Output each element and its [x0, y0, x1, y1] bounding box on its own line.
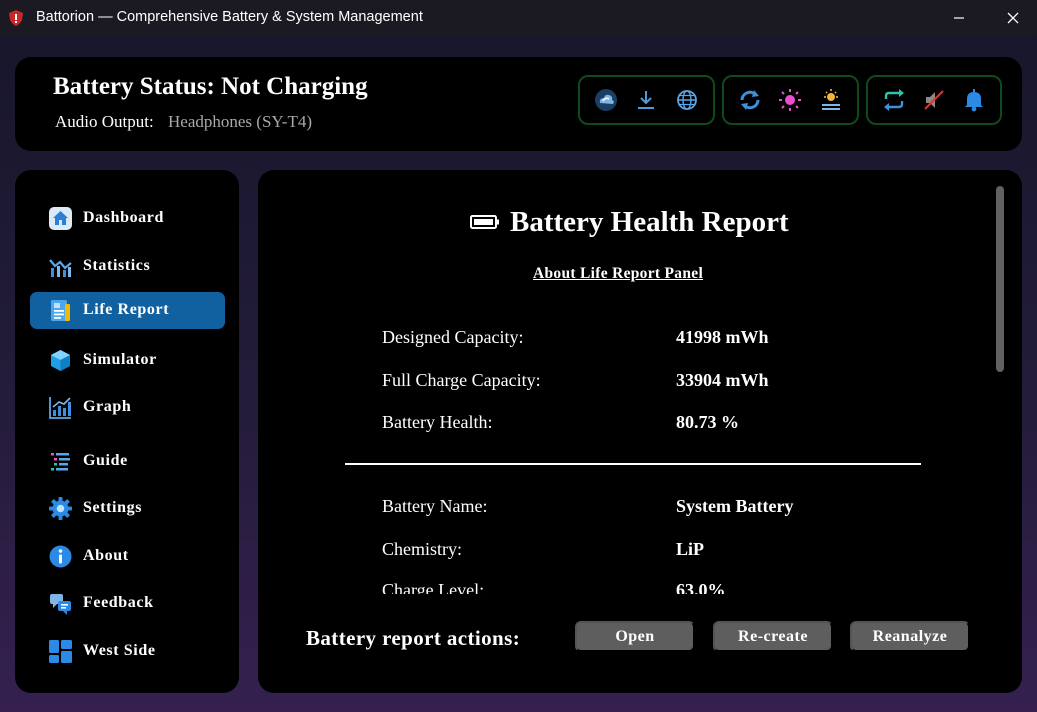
cloud-sync-button[interactable] — [590, 84, 622, 116]
refresh-icon — [740, 90, 760, 110]
sidebar-item-life-report[interactable]: Life Report — [30, 292, 225, 329]
graph-icon — [49, 397, 71, 419]
minimize-button[interactable] — [936, 0, 982, 36]
bell-icon — [965, 89, 983, 112]
battery-health-value: 80.73 % — [676, 412, 739, 432]
reanalyze-button[interactable]: Reanalyze — [850, 621, 970, 652]
sidebar-item-simulator[interactable]: Simulator — [30, 342, 225, 379]
status-panel: Battery Status: Not Charging Audio Outpu… — [15, 57, 1022, 151]
brightness-icon — [779, 89, 802, 111]
repeat-icon — [884, 89, 904, 111]
battery-name-value: System Battery — [676, 496, 794, 516]
home-icon — [49, 207, 72, 230]
globe-button[interactable] — [671, 84, 703, 116]
designed-capacity-label: Designed Capacity: — [382, 327, 524, 347]
report-icon — [51, 300, 70, 321]
globe-icon — [676, 90, 697, 110]
sidebar-item-feedback[interactable]: Feedback — [30, 585, 225, 622]
toolbar-group-1 — [578, 75, 715, 125]
open-button[interactable]: Open — [575, 621, 695, 652]
sidebar-item-label: Graph — [83, 398, 132, 415]
report-scroll-area[interactable]: Battery Health Report About Life Report … — [258, 170, 993, 594]
refresh-button[interactable] — [734, 84, 766, 116]
brightness-button[interactable] — [774, 84, 806, 116]
sidebar-item-label: About — [83, 547, 129, 564]
sidebar-item-guide[interactable]: Guide — [30, 443, 225, 480]
battery-icon — [470, 215, 499, 229]
sidebar-item-label: Simulator — [83, 351, 157, 368]
info-icon — [49, 545, 72, 568]
sidebar-item-statistics[interactable]: Statistics — [30, 248, 225, 285]
recreate-button[interactable]: Re-create — [713, 621, 833, 652]
full-charge-capacity-value: 33904 mWh — [676, 370, 769, 390]
chemistry-label: Chemistry: — [382, 539, 462, 559]
display-settings-button[interactable] — [815, 84, 847, 116]
cloud-sync-icon — [595, 89, 618, 111]
about-life-report-link[interactable]: About Life Report Panel — [533, 265, 703, 283]
shield-alert-icon — [9, 10, 23, 26]
notifications-button[interactable] — [958, 84, 990, 116]
cube-icon — [51, 350, 70, 371]
divider — [345, 463, 921, 465]
report-actions-label: Battery report actions: — [306, 626, 521, 650]
sidebar-item-label: Life Report — [83, 301, 170, 318]
repeat-button[interactable] — [878, 84, 910, 116]
window-title: Battorion — Comprehensive Battery & Syst… — [36, 9, 423, 25]
sidebar-item-label: Feedback — [83, 594, 154, 611]
battery-status-title: Battery Status: Not Charging — [53, 73, 368, 100]
mute-icon — [924, 90, 944, 110]
download-button[interactable] — [630, 84, 662, 116]
chemistry-value: LiP — [676, 539, 705, 559]
audio-output-label: Audio Output: — [55, 112, 154, 131]
charge-level-label: Charge Level: — [382, 580, 485, 594]
download-icon — [638, 91, 655, 109]
tiles-icon — [49, 640, 72, 663]
sidebar-item-about[interactable]: About — [30, 538, 225, 575]
report-title: Battery Health Report — [510, 206, 789, 238]
guide-icon — [51, 453, 70, 471]
sidebar-item-label: Settings — [83, 499, 143, 516]
sidebar-item-settings[interactable]: Settings — [30, 490, 225, 527]
sidebar: Dashboard Statistics Life Report Simulat… — [15, 170, 239, 693]
display-settings-icon — [821, 89, 840, 110]
scrollbar-thumb[interactable] — [996, 186, 1004, 372]
sidebar-item-label: West Side — [83, 642, 156, 659]
statistics-icon — [49, 259, 72, 277]
toolbar-group-3 — [866, 75, 1002, 125]
mute-button[interactable] — [918, 84, 950, 116]
battery-name-label: Battery Name: — [382, 496, 488, 516]
minimize-icon — [954, 17, 964, 19]
sidebar-item-graph[interactable]: Graph — [30, 389, 225, 426]
title-bar: Battorion — Comprehensive Battery & Syst… — [0, 0, 1037, 36]
charge-level-value: 63.0% — [676, 580, 726, 594]
sidebar-item-label: Statistics — [83, 257, 151, 274]
battery-health-label: Battery Health: — [382, 412, 493, 432]
sidebar-item-label: Dashboard — [83, 209, 164, 226]
close-button[interactable] — [990, 0, 1036, 36]
designed-capacity-value: 41998 mWh — [676, 327, 769, 347]
sidebar-item-west-side[interactable]: West Side — [30, 633, 225, 670]
report-panel: Battery Health Report About Life Report … — [258, 170, 1022, 693]
sidebar-item-dashboard[interactable]: Dashboard — [30, 200, 225, 237]
close-icon — [1007, 12, 1019, 24]
gear-icon — [49, 497, 72, 520]
toolbar-group-2 — [722, 75, 859, 125]
feedback-icon — [50, 594, 71, 615]
full-charge-capacity-label: Full Charge Capacity: — [382, 370, 541, 390]
sidebar-item-label: Guide — [83, 452, 128, 469]
audio-output-value: Headphones (SY-T4) — [168, 112, 312, 131]
